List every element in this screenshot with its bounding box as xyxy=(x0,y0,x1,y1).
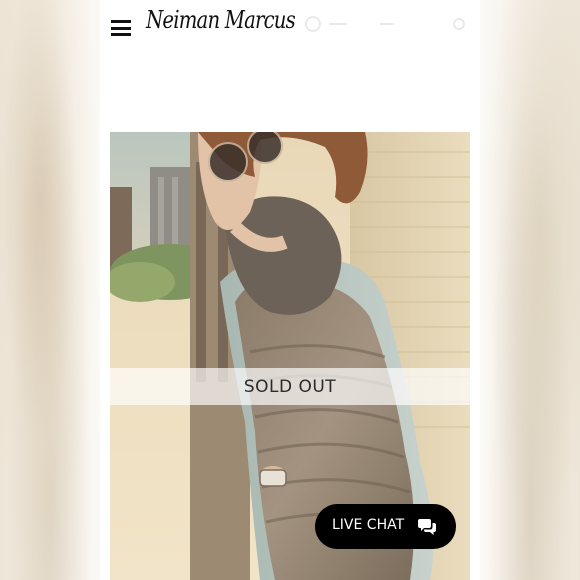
site-header: Neiman Marcus xyxy=(100,0,480,52)
neiman-marcus-logo[interactable]: Neiman Marcus xyxy=(146,6,296,34)
chat-bubbles-icon xyxy=(418,519,436,535)
mobile-page: Neiman Marcus SOLD OUT LIVE CHAT xyxy=(100,0,480,580)
background-blur-right xyxy=(480,0,580,580)
hamburger-menu-icon[interactable] xyxy=(111,20,131,36)
sold-out-label: SOLD OUT xyxy=(243,376,337,397)
live-chat-label: LIVE CHAT xyxy=(332,517,405,533)
background-blur-left xyxy=(0,0,100,580)
faded-header-icons xyxy=(305,16,480,32)
live-chat-button[interactable]: LIVE CHAT xyxy=(315,504,456,549)
sold-out-overlay: SOLD OUT xyxy=(110,368,470,405)
